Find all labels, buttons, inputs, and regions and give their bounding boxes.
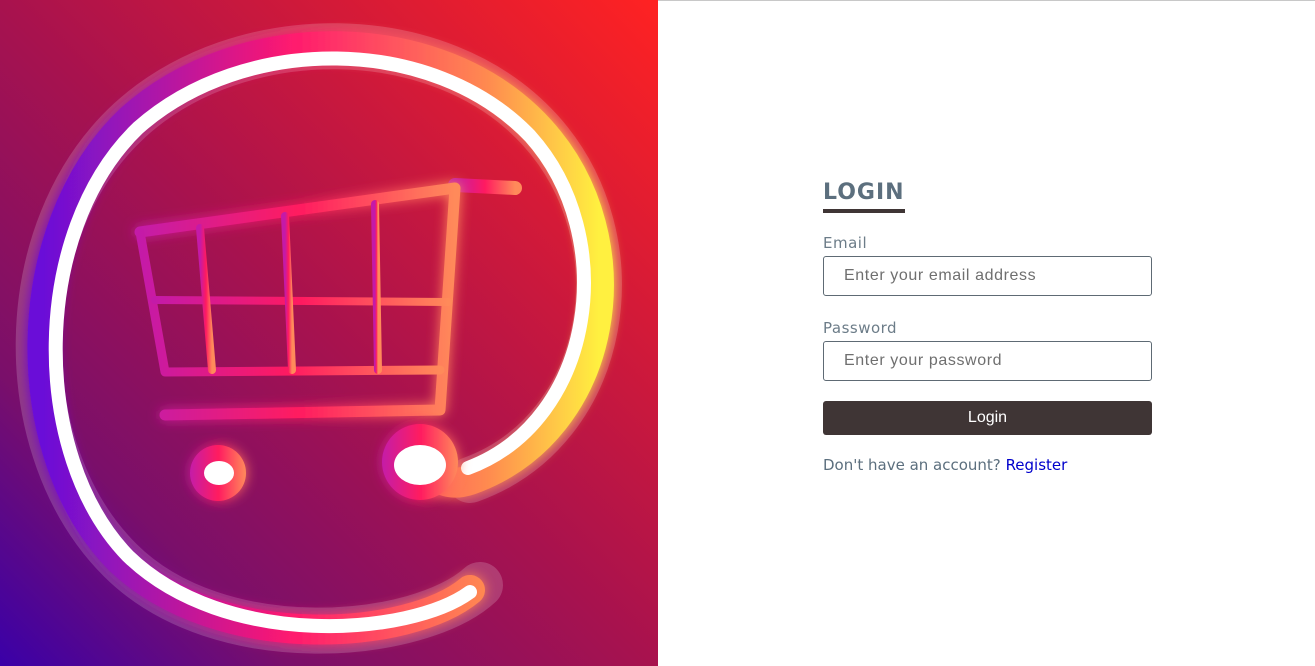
- login-title: LOGIN: [823, 178, 905, 213]
- register-prompt-text: Don't have an account?: [823, 456, 1001, 474]
- login-form: LOGIN Email Password Login Don't have an…: [823, 178, 1152, 475]
- login-panel: LOGIN Email Password Login Don't have an…: [658, 0, 1315, 666]
- email-input[interactable]: [823, 256, 1152, 296]
- password-label: Password: [823, 319, 898, 337]
- register-link[interactable]: Register: [1006, 456, 1068, 474]
- shopping-cart-logo-icon: [0, 0, 658, 666]
- login-page: LOGIN Email Password Login Don't have an…: [0, 0, 1315, 666]
- password-input[interactable]: [823, 341, 1152, 381]
- email-label: Email: [823, 234, 868, 252]
- register-prompt: Don't have an account? Register: [823, 455, 1152, 475]
- hero-panel: [0, 0, 658, 666]
- login-button[interactable]: Login: [823, 401, 1152, 435]
